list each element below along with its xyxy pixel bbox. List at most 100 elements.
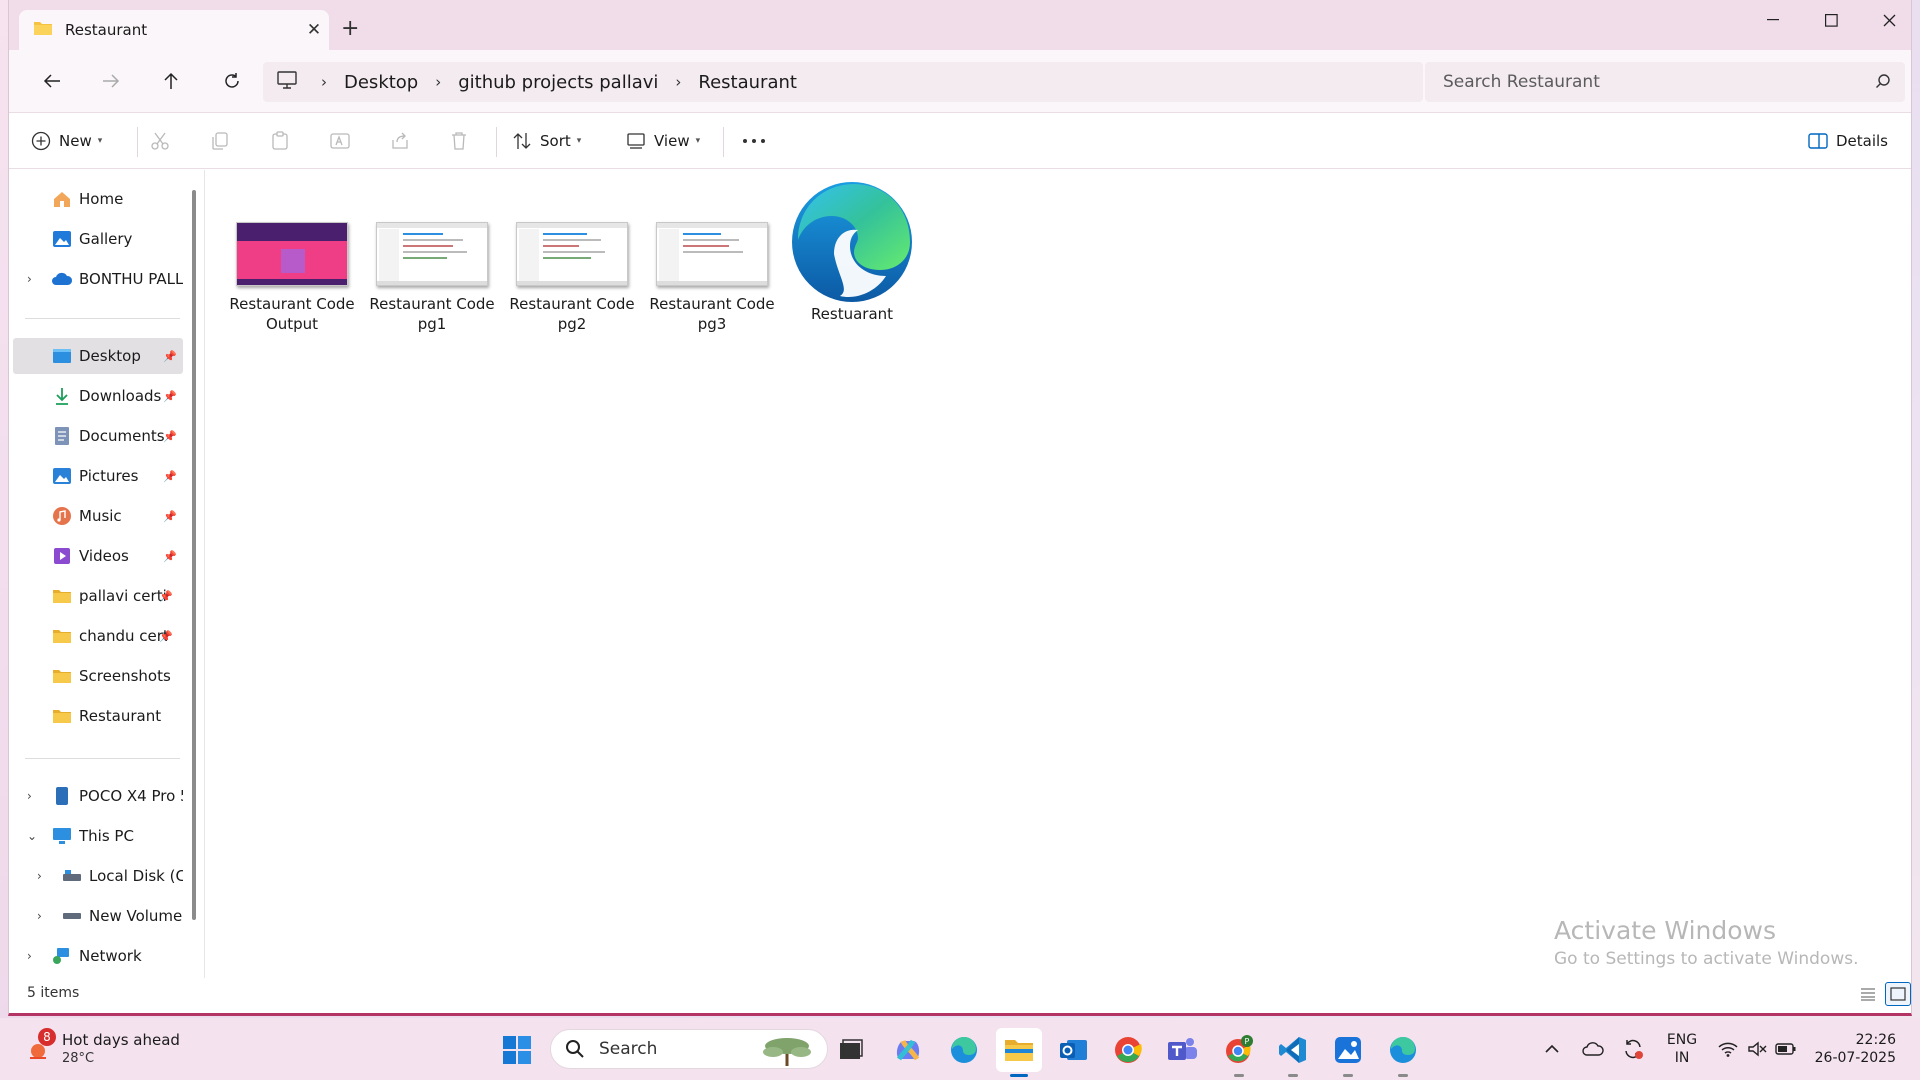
close-window-button[interactable]: [1860, 0, 1918, 40]
sidebar-item-desktop[interactable]: Desktop 📌: [13, 338, 183, 374]
sidebar-item-pictures[interactable]: Pictures 📌: [9, 458, 183, 494]
sidebar-item-phone[interactable]: › POCO X4 Pro 5G: [9, 778, 183, 814]
tab-restaurant[interactable]: Restaurant ✕: [19, 10, 329, 50]
details-button[interactable]: Details: [1808, 113, 1888, 169]
view-button[interactable]: View ▾: [626, 113, 700, 169]
sort-button[interactable]: Sort ▾: [512, 113, 581, 169]
forward-button[interactable]: [94, 66, 128, 96]
file-item[interactable]: Restaurant Code pg3: [644, 182, 780, 334]
new-label: New: [59, 132, 92, 150]
sidebar-item-label: Screenshots: [79, 667, 171, 685]
back-button[interactable]: [35, 66, 69, 96]
maximize-button[interactable]: [1802, 0, 1860, 40]
task-view-button[interactable]: [829, 1028, 873, 1072]
sidebar-item-new-volume[interactable]: › New Volume (D:): [9, 898, 183, 934]
sidebar-item-restaurant[interactable]: Restaurant: [9, 698, 183, 734]
sidebar-item-music[interactable]: Music 📌: [9, 498, 183, 534]
sidebar-item-screenshots[interactable]: Screenshots: [9, 658, 183, 694]
sidebar-item-chandu-certificates[interactable]: chandu certificates 📌: [9, 618, 179, 654]
sidebar-item-downloads[interactable]: Downloads 📌: [9, 378, 183, 414]
paste-button[interactable]: [270, 113, 290, 169]
open-app-indicator: [1288, 1074, 1298, 1077]
file-item[interactable]: Restaurant Code pg2: [504, 182, 640, 334]
divider: [25, 758, 180, 759]
address-bar[interactable]: › Desktop › github projects pallavi › Re…: [263, 62, 1423, 102]
chrome-button[interactable]: [1106, 1028, 1150, 1072]
rename-button[interactable]: [330, 113, 352, 169]
file-item[interactable]: Restaurant Code Output: [224, 182, 360, 334]
cut-button[interactable]: [150, 113, 170, 169]
folder-icon: [51, 585, 73, 607]
new-tab-button[interactable]: +: [341, 18, 359, 40]
folder-icon: [33, 20, 53, 40]
battery-status[interactable]: [1774, 1018, 1798, 1080]
sidebar-item-label: Restaurant: [79, 707, 162, 725]
chevron-right-icon: ›: [675, 73, 682, 91]
file-thumbnail: [376, 222, 488, 286]
sidebar-item-documents[interactable]: Documents 📌: [9, 418, 183, 454]
vscode-button[interactable]: [1271, 1028, 1315, 1072]
edge-dev-button[interactable]: [1381, 1028, 1425, 1072]
sidebar-item-gallery[interactable]: Gallery: [9, 221, 183, 257]
file-item[interactable]: Restaurant Code pg1: [364, 182, 500, 334]
breadcrumb-desktop[interactable]: Desktop: [344, 72, 418, 93]
breadcrumb-restaurant[interactable]: Restaurant: [698, 72, 797, 93]
more-options-button[interactable]: [742, 113, 766, 169]
copy-button[interactable]: [210, 113, 230, 169]
start-button[interactable]: [495, 1028, 539, 1072]
file-thumbnail: [656, 222, 768, 286]
close-tab-icon[interactable]: ✕: [299, 20, 329, 40]
watermark-title: Activate Windows: [1554, 916, 1776, 945]
paste-icon: [272, 131, 288, 150]
svg-text:P: P: [1245, 1037, 1250, 1046]
details-view-button[interactable]: [1855, 982, 1881, 1006]
wifi-status[interactable]: [1716, 1018, 1740, 1080]
chevron-right-icon: ›: [27, 949, 32, 963]
outlook-button[interactable]: [1052, 1028, 1096, 1072]
sidebar-item-pallavi-certificates[interactable]: pallavi certificates 📌: [9, 578, 179, 614]
photos-button[interactable]: [1326, 1028, 1370, 1072]
pictures-icon: [51, 465, 73, 487]
minimize-button[interactable]: [1744, 0, 1802, 40]
folder-icon: [51, 705, 73, 727]
onedrive-tray-button[interactable]: [1579, 1018, 1607, 1080]
file-explorer-taskbar-button[interactable]: [996, 1028, 1042, 1072]
divider: [496, 127, 497, 157]
sidebar-item-label: Network: [79, 947, 142, 965]
sidebar-item-onedrive[interactable]: › BONTHU PALLAVI: [9, 261, 183, 297]
volume-muted-icon: [1748, 1041, 1767, 1057]
new-button[interactable]: New ▾: [31, 113, 102, 169]
command-bar: New ▾ Sort ▾ View ▾ Details: [9, 112, 1911, 169]
sync-tray-button[interactable]: [1619, 1018, 1647, 1080]
sidebar-item-local-disk[interactable]: › Local Disk (C:): [9, 858, 183, 894]
breadcrumb-github-projects[interactable]: github projects pallavi: [458, 72, 658, 93]
sidebar-item-network[interactable]: › Network: [9, 938, 183, 974]
sidebar-item-this-pc[interactable]: ⌄ This PC: [9, 818, 183, 854]
teams-button[interactable]: [1160, 1028, 1204, 1072]
weather-widget[interactable]: 8 Hot days ahead 28°C: [20, 1028, 180, 1068]
search-input[interactable]: Search Restaurant: [1425, 62, 1905, 102]
pin-icon: 📌: [163, 549, 177, 563]
up-button[interactable]: [154, 66, 188, 96]
delete-button[interactable]: [450, 113, 468, 169]
folder-icon: [51, 665, 73, 687]
copilot-button[interactable]: [886, 1028, 930, 1072]
share-button[interactable]: [390, 113, 410, 169]
sidebar-item-videos[interactable]: Videos 📌: [9, 538, 183, 574]
clock-date: 26-07-2025: [1814, 1050, 1896, 1066]
show-hidden-icons-button[interactable]: [1541, 1018, 1563, 1080]
language-code: ENG: [1666, 1032, 1698, 1048]
sidebar-item-home[interactable]: Home: [9, 181, 183, 217]
chrome-profile-button[interactable]: P: [1217, 1028, 1261, 1072]
sidebar-item-label: POCO X4 Pro 5G: [79, 787, 183, 805]
refresh-button[interactable]: [215, 66, 249, 96]
language-indicator[interactable]: ENG IN: [1660, 1018, 1704, 1080]
taskbar-search[interactable]: Search: [550, 1029, 828, 1069]
edge-taskbar-button[interactable]: [942, 1028, 986, 1072]
large-icons-view-button[interactable]: [1885, 982, 1911, 1006]
file-item[interactable]: Restuarant: [784, 182, 920, 324]
sidebar-item-label: Desktop: [79, 347, 141, 365]
clock[interactable]: 22:26 26-07-2025: [1810, 1018, 1896, 1080]
volume-status[interactable]: [1745, 1018, 1769, 1080]
sidebar-scrollbar[interactable]: [192, 190, 196, 920]
